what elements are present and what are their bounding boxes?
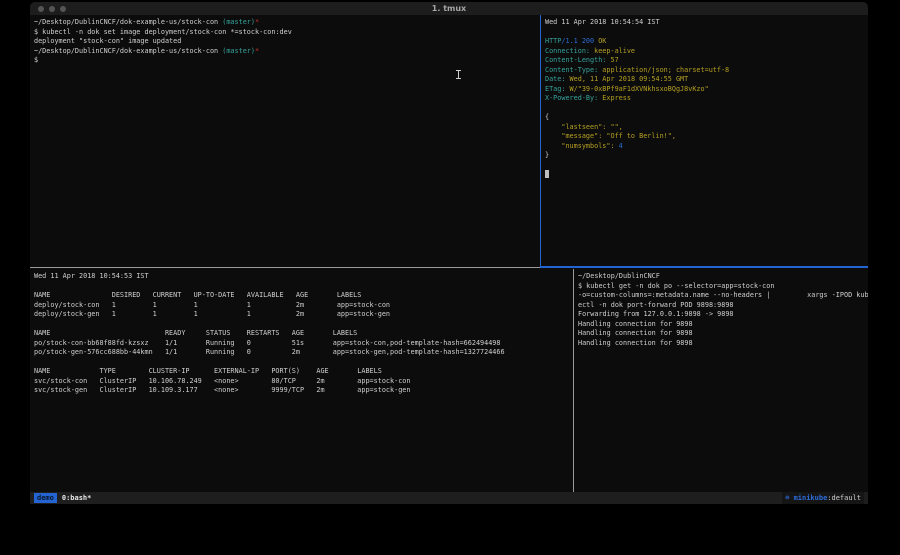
window-title: 1. tmux — [30, 2, 868, 15]
terminal-line: NAME READY STATUS RESTARTS AGE LABELS — [34, 329, 573, 339]
terminal-line: Connection: keep-alive — [545, 47, 868, 57]
pane-top-right-output: Wed 11 Apr 2018 10:54:54 IST HTTP/1.1 20… — [541, 15, 868, 180]
terminal-line: ectl -n dok port-forward POD 9898:9898 — [578, 301, 868, 311]
terminal-line: "lastseen": "", — [545, 123, 868, 133]
terminal-line: Handling connection for 9898 — [578, 329, 868, 339]
terminal-line: deployment "stock-con" image updated — [34, 37, 540, 47]
terminal-line — [545, 28, 868, 38]
window-titlebar: 1. tmux — [30, 2, 868, 15]
pane-bottom-right-port-forward[interactable]: ~/Desktop/DublinCNCF$ kubectl get -n dok… — [574, 269, 868, 492]
kube-context-status: ☸ minikube:default — [782, 492, 864, 504]
terminal-line: deploy/stock-con 1 1 1 1 2m app=stock-co… — [34, 301, 573, 311]
terminal-line: po/stock-gen-576cc688bb-44kmn 1/1 Runnin… — [34, 348, 573, 358]
terminal-line: $ kubectl get -n dok po --selector=app=s… — [578, 282, 868, 292]
terminal-line: Content-Type: application/json; charset=… — [545, 66, 868, 76]
terminal-line: X-Powered-By: Express — [545, 94, 868, 104]
terminal-line: Date: Wed, 11 Apr 2018 09:54:55 GMT — [545, 75, 868, 85]
terminal-line: NAME DESIRED CURRENT UP-TO-DATE AVAILABL… — [34, 291, 573, 301]
terminal-line: { — [545, 113, 868, 123]
session-name-badge: demo — [34, 493, 57, 503]
terminal-line: ETag: W/"39-0xBPf9aF1dXVNkhsxoBQgJ8vKzo" — [545, 85, 868, 95]
kube-context-name: minikube — [794, 494, 828, 502]
window-tab-bash[interactable]: 0:bash* — [62, 492, 92, 504]
zoom-button[interactable] — [60, 6, 66, 12]
terminal-line — [545, 104, 868, 114]
terminal-line — [34, 320, 573, 330]
pane-top-left-shell[interactable]: ~/Desktop/DublinCNCF/dok-example-us/stoc… — [30, 15, 540, 267]
terminal-line: svc/stock-gen ClusterIP 10.109.3.177 <no… — [34, 386, 573, 396]
terminal-line: Forwarding from 127.0.0.1:9898 -> 9898 — [578, 310, 868, 320]
terminal-line — [545, 161, 868, 171]
pane-divider-horizontal-right-active[interactable] — [540, 266, 868, 268]
terminal-line: HTTP/1.1 200 OK — [545, 37, 868, 47]
tmux-status-bar: demo 0:bash* ☸ minikube:default — [30, 492, 868, 504]
terminal-line: Content-Length: 57 — [545, 56, 868, 66]
terminal-window: 1. tmux ~/Desktop/DublinCNCF/dok-example… — [30, 2, 868, 504]
terminal-line: "message": "Off to Berlin!", — [545, 132, 868, 142]
terminal-line — [34, 282, 573, 292]
ibeam-mouse-cursor — [458, 70, 459, 79]
kube-namespace: :default — [827, 494, 861, 502]
kubernetes-helm-icon: ☸ — [785, 494, 789, 502]
pane-bottom-left-kubectl-watch[interactable]: Wed 11 Apr 2018 10:54:53 IST NAME DESIRE… — [30, 269, 573, 492]
terminal-line: Handling connection for 9898 — [578, 339, 868, 349]
pane-divider-horizontal-left[interactable] — [30, 267, 540, 268]
terminal-line: po/stock-con-bb68f88fd-kzsxz 1/1 Running… — [34, 339, 573, 349]
close-button[interactable] — [38, 6, 44, 12]
traffic-lights — [38, 6, 66, 12]
terminal-line — [545, 170, 868, 180]
terminal-line: ~/Desktop/DublinCNCF — [578, 272, 868, 282]
terminal-line: $ kubectl -n dok set image deployment/st… — [34, 28, 540, 38]
pane-bottom-right-output: ~/Desktop/DublinCNCF$ kubectl get -n dok… — [574, 269, 868, 348]
terminal-line: "numsymbols": 4 — [545, 142, 868, 152]
terminal-line: Wed 11 Apr 2018 10:54:53 IST — [34, 272, 573, 282]
terminal-line: -o=custom-columns=:metadata.name --no-he… — [578, 291, 868, 301]
terminal-line: ~/Desktop/DublinCNCF/dok-example-us/stoc… — [34, 47, 540, 57]
minimize-button[interactable] — [49, 6, 55, 12]
terminal-line: svc/stock-con ClusterIP 10.106.78.249 <n… — [34, 377, 573, 387]
pane-bottom-left-output: Wed 11 Apr 2018 10:54:53 IST NAME DESIRE… — [30, 269, 573, 396]
terminal-line: Wed 11 Apr 2018 10:54:54 IST — [545, 18, 868, 28]
pane-divider-vertical-bottom[interactable] — [573, 269, 574, 492]
terminal-line: ~/Desktop/DublinCNCF/dok-example-us/stoc… — [34, 18, 540, 28]
terminal-line: $ — [34, 56, 540, 66]
terminal-line: NAME TYPE CLUSTER-IP EXTERNAL-IP PORT(S)… — [34, 367, 573, 377]
pane-top-left-output: ~/Desktop/DublinCNCF/dok-example-us/stoc… — [30, 15, 540, 66]
terminal-line: deploy/stock-gen 1 1 1 1 2m app=stock-ge… — [34, 310, 573, 320]
terminal-line — [34, 358, 573, 368]
terminal-line: } — [545, 151, 868, 161]
terminal-line: Handling connection for 9898 — [578, 320, 868, 330]
pane-top-right-http-response[interactable]: Wed 11 Apr 2018 10:54:54 IST HTTP/1.1 20… — [540, 15, 868, 267]
tmux-pane-area: ~/Desktop/DublinCNCF/dok-example-us/stoc… — [30, 15, 868, 492]
